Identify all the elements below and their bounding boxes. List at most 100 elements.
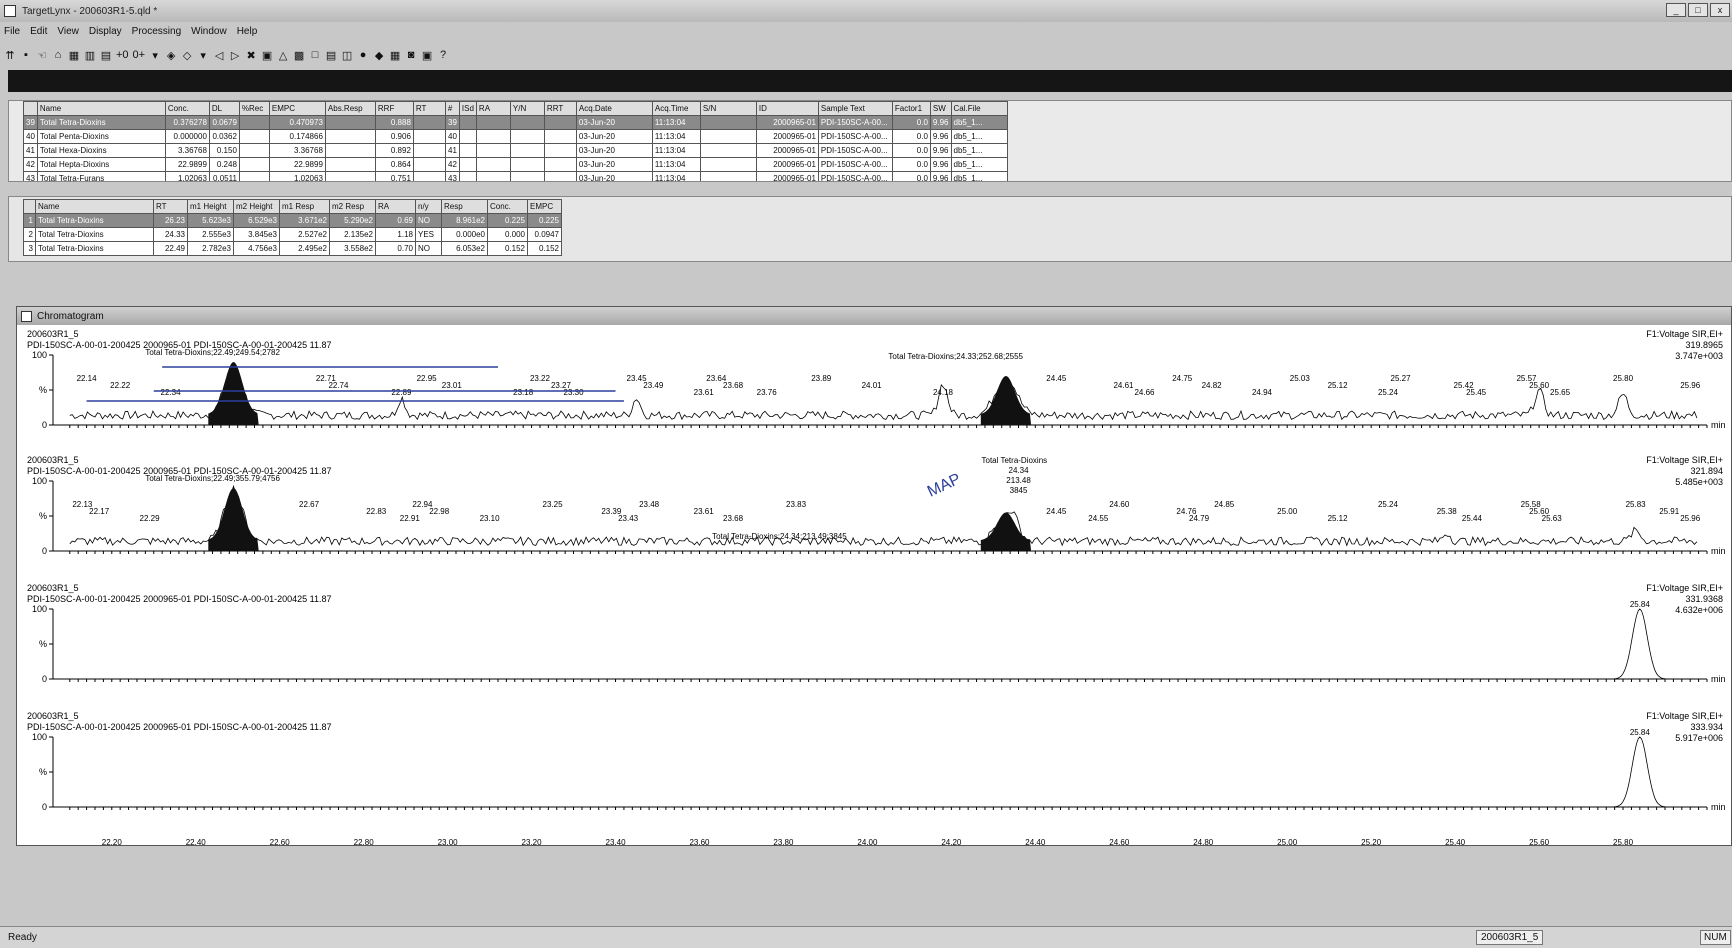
column-header[interactable]: %Rec [238,101,270,116]
toolbar-button-icon[interactable]: ◁ [213,49,225,62]
table-cell: Total Tetra-Dioxins [36,115,166,130]
column-header[interactable]: Name [36,101,166,116]
column-header[interactable]: Conc. [487,199,528,214]
toolbar-button-icon[interactable]: ▣ [421,49,433,62]
close-button[interactable]: x [1710,3,1730,17]
column-header[interactable] [23,199,36,214]
column-header[interactable]: Cal.File [950,101,1008,116]
table-row[interactable]: 43 Total Tetra-Furans 1.02063 0.0511 1.02063… [23,171,1008,181]
menu-display[interactable]: Display [89,26,122,42]
toolbar-button-icon[interactable]: ▦ [389,49,401,62]
maximize-button[interactable]: □ [1688,3,1708,17]
column-header[interactable]: RA [375,199,416,214]
column-header[interactable]: Acq.Date [575,101,653,116]
column-header[interactable]: Conc. [164,101,210,116]
toolbar-button-icon[interactable]: ▣ [261,49,273,62]
toolbar-button-icon[interactable]: ⌂ [52,49,64,61]
table-row[interactable]: 40 Total Penta-Dioxins 0.000000 0.0362 0.174… [23,129,1008,144]
column-header[interactable]: SW [929,101,952,116]
column-header[interactable]: Factor1 [891,101,931,116]
toolbar-button-icon[interactable]: ⇈ [4,49,16,62]
menu-help[interactable]: Help [237,26,258,42]
minimize-button[interactable]: _ [1666,3,1686,17]
column-header[interactable]: m1 Height [187,199,234,214]
column-header[interactable]: n/y [415,199,442,214]
table-row[interactable]: 3 Total Tetra-Dioxins 22.49 2.782e3 4.756e3 2… [23,241,562,256]
toolbar-button-icon[interactable]: △ [277,49,289,62]
table-cell: 0.0362 [208,129,240,144]
toolbar-button-icon[interactable]: ✖ [245,49,257,62]
table-cell [324,129,376,144]
toolbar-button-icon[interactable]: ◇ [181,49,193,62]
x-tick-label: 23.80 [773,838,794,845]
toolbar-button-icon[interactable]: ▥ [84,49,96,62]
column-header[interactable] [23,101,38,116]
chromatogram-plot-area[interactable]: 200603R1_5PDI-150SC-A-00-01-200425 20009… [17,325,1731,847]
table-row[interactable]: 2 Total Tetra-Dioxins 24.33 2.555e3 3.845e3 2… [23,227,562,242]
table-cell: 24.33 [153,227,188,242]
column-header[interactable]: Name [35,199,154,214]
toolbar-button-icon[interactable]: ▾ [149,49,161,62]
peak-label: 23.83 [786,500,807,509]
column-header[interactable]: Sample Text [817,101,893,116]
table-cell [509,171,545,181]
toolbar-button-icon[interactable]: ▦ [68,49,80,62]
column-header[interactable]: Abs.Resp [324,101,376,116]
toolbar-button-icon[interactable]: ▤ [100,49,112,62]
column-header[interactable]: EMPC [268,101,326,116]
peak-label: 24.66 [1134,388,1155,397]
column-header[interactable]: DL [208,101,240,116]
x-tick-label: 23.00 [438,838,459,845]
toolbar-button-icon[interactable]: ◙ [405,49,417,61]
toolbar-button-icon[interactable]: ☜ [36,49,48,62]
toolbar-button-icon[interactable]: +0 [116,49,129,61]
peak-detail-grid[interactable]: Name RT m1 Height m2 Height m1 Resp m2 Resp RA… [8,196,1732,262]
chromatogram-window[interactable]: Chromatogram 200603R1_5 PDI-150SC-A-00-01… [16,306,1732,847]
column-header[interactable]: ID [755,101,819,116]
column-header[interactable]: RRT [543,101,577,116]
table-row[interactable]: 39 Total Tetra-Dioxins 0.376278 0.0679 0.470… [23,115,1008,130]
table-cell [238,115,270,130]
menu-file[interactable]: File [4,26,20,42]
table-row[interactable]: 42 Total Hepta-Dioxins 22.9899 0.248 22.9899… [23,157,1008,172]
column-header[interactable]: RRF [374,101,414,116]
trace-intensity: 4.632e+006 [1675,605,1723,615]
column-header[interactable]: EMPC [527,199,562,214]
column-header[interactable]: ISd [458,101,477,116]
peak-label: 25.96 [1680,514,1701,523]
menu-view[interactable]: View [57,26,79,42]
column-header[interactable]: m1 Resp [279,199,330,214]
toolbar-button-icon[interactable]: ▾ [197,49,209,62]
column-header[interactable]: RT [153,199,188,214]
column-header[interactable]: m2 Resp [329,199,376,214]
menu-window[interactable]: Window [191,26,227,42]
toolbar-button-icon[interactable]: ● [357,49,369,61]
table-row[interactable]: 41 Total Hexa-Dioxins 3.36768 0.150 3.36768 0… [23,143,1008,158]
table-cell [324,157,376,172]
toolbar-button-icon[interactable]: 0+ [133,49,146,61]
column-header[interactable]: RT [412,101,446,116]
column-header[interactable]: Y/N [509,101,545,116]
column-header[interactable]: Acq.Time [651,101,701,116]
toolbar-button-icon[interactable]: ◫ [341,49,353,62]
table-cell: 0.174866 [268,129,326,144]
x-axis-unit: min [1711,802,1726,812]
toolbar-button-icon[interactable]: ▪ [20,49,32,61]
toolbar-button-icon[interactable]: ▷ [229,49,241,62]
column-header[interactable]: RA [475,101,511,116]
toolbar-button-icon[interactable]: ▤ [325,49,337,62]
compound-summary-grid[interactable]: Name Conc. DL %Rec EMPC Abs.Resp RRF RT # ISd RA Y/… [8,100,1732,182]
column-header[interactable]: Resp [441,199,488,214]
column-header[interactable]: # [444,101,460,116]
status-num: NUM [1700,930,1731,945]
table-row[interactable]: 1 Total Tetra-Dioxins 26.23 5.623e3 6.529e3 3… [23,213,562,228]
column-header[interactable]: S/N [699,101,757,116]
toolbar-button-icon[interactable]: ◈ [165,49,177,62]
menu-edit[interactable]: Edit [30,26,47,42]
menu-processing[interactable]: Processing [132,26,181,42]
toolbar-button-icon[interactable]: ▩ [293,49,305,62]
toolbar-button-icon[interactable]: ◆ [373,49,385,62]
toolbar-button-icon[interactable]: ? [437,49,449,61]
column-header[interactable]: m2 Height [233,199,280,214]
toolbar-button-icon[interactable]: □ [309,49,321,61]
